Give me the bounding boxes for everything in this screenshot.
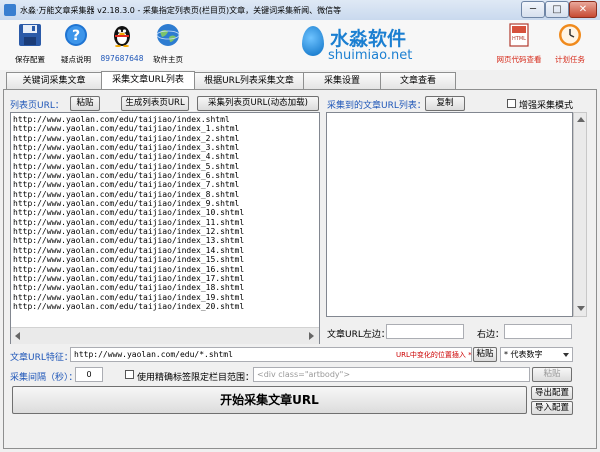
scroll-left-icon[interactable] <box>15 332 20 340</box>
homepage-button[interactable]: 软件主页 <box>146 20 188 68</box>
minimize-button[interactable]: ─ <box>521 1 545 18</box>
help-icon: ? <box>65 24 87 46</box>
precise-tag-label: 使用精确标签限定栏目范围： <box>137 373 255 383</box>
chevron-down-icon[interactable] <box>563 353 569 357</box>
collected-url-textarea[interactable] <box>326 112 573 317</box>
title-bar: 水淼·万能文章采集器 v2.18.3.0 - 采集指定列表页(栏目页)文章，关键… <box>0 0 600 21</box>
url-line: http://www.yaolan.com/edu/taijiao/index_… <box>13 199 240 209</box>
url-line: http://www.yaolan.com/edu/taijiao/index_… <box>13 236 245 246</box>
url-line: http://www.yaolan.com/edu/taijiao/index_… <box>13 171 240 181</box>
svg-text:HTML: HTML <box>512 36 526 42</box>
scroll-up-icon[interactable] <box>577 117 585 122</box>
wildcard-select-value: * 代表数字 <box>504 350 543 359</box>
schedule-label: 计划任务 <box>555 55 585 64</box>
tab-collect-settings[interactable]: 采集设置 <box>303 72 381 89</box>
save-config-button[interactable]: 保存配置 <box>8 20 50 68</box>
url-feature-hint: URL中变化的位置插入 * <box>396 351 472 359</box>
url-line: http://www.yaolan.com/edu/taijiao/index_… <box>13 217 245 227</box>
url-line: http://www.yaolan.com/edu/taijiao/index_… <box>13 208 245 218</box>
homepage-label: 软件主页 <box>153 55 183 64</box>
view-source-button[interactable]: HTML 网页代码查看 <box>497 20 542 68</box>
schedule-button[interactable]: 计划任务 <box>548 20 590 68</box>
html-file-icon: HTML <box>509 23 529 47</box>
url-line: http://www.yaolan.com/edu/taijiao/index_… <box>13 133 240 143</box>
url-line: http://www.yaolan.com/edu/taijiao/index_… <box>13 255 245 265</box>
interval-label: 采集间隔（秒）： <box>10 373 78 383</box>
precise-tag-input[interactable]: <div class="artbody"> <box>253 367 530 382</box>
article-url-left-input[interactable] <box>386 324 464 339</box>
brand-name-cn: 水淼软件 <box>330 28 407 50</box>
scroll-down-icon[interactable] <box>577 306 585 311</box>
url-line: http://www.yaolan.com/edu/taijiao/index_… <box>13 143 240 153</box>
collect-list-url-button[interactable]: 采集列表页URL(动态加载) <box>197 96 319 111</box>
maximize-button[interactable]: □ <box>545 1 569 18</box>
article-url-right-label: 右边： <box>477 330 505 340</box>
collected-url-label: 采集到的文章URL列表： <box>327 101 426 111</box>
svg-text:?: ? <box>72 28 80 44</box>
export-config-button[interactable]: 导出配置 <box>531 386 573 400</box>
url-line: http://www.yaolan.com/edu/taijiao/index_… <box>13 292 245 302</box>
import-config-button[interactable]: 导入配置 <box>531 401 573 415</box>
globe-icon <box>156 24 180 46</box>
article-url-right-input[interactable] <box>504 324 572 339</box>
generate-list-url-button[interactable]: 生成列表页URL <box>121 96 189 111</box>
feature-paste-button[interactable]: 粘贴 <box>473 347 497 362</box>
list-url-textarea[interactable]: http://www.yaolan.com/edu/taijiao/index.… <box>10 112 320 344</box>
url-line: http://www.yaolan.com/edu/taijiao/index_… <box>13 227 245 237</box>
url-line: http://www.yaolan.com/edu/taijiao/index_… <box>13 273 245 283</box>
tab-collect-url-list[interactable]: 采集文章URL列表 <box>101 71 195 90</box>
water-drop-logo-icon <box>302 26 324 56</box>
app-icon <box>4 4 16 16</box>
url-feature-label: 文章URL特征： <box>10 353 73 363</box>
precise-paste-button[interactable]: 粘贴 <box>532 367 572 382</box>
url-line: http://www.yaolan.com/edu/taijiao/index_… <box>13 283 245 293</box>
interval-input[interactable]: 0 <box>75 367 103 382</box>
tab-article-view[interactable]: 文章查看 <box>380 72 456 89</box>
list-url-label: 列表页URL： <box>10 101 64 111</box>
copy-button[interactable]: 复制 <box>425 96 465 111</box>
help-button[interactable]: ? 疑点说明 <box>54 20 96 68</box>
article-url-left-label: 文章URL左边： <box>327 330 390 340</box>
save-icon <box>19 24 41 46</box>
wildcard-select[interactable]: * 代表数字 <box>500 347 573 362</box>
url-list: http://www.yaolan.com/edu/taijiao/index.… <box>13 115 244 311</box>
url-line: http://www.yaolan.com/edu/taijiao/index_… <box>13 124 240 134</box>
tab-bar: 关键词采集文章 采集文章URL列表 根据URL列表采集文章 采集设置 文章查看 <box>0 71 600 90</box>
brand-name-en: shuimiao.net <box>328 48 413 63</box>
scroll-right-icon[interactable] <box>309 332 314 340</box>
close-button[interactable]: ✕ <box>569 1 597 18</box>
url-line: http://www.yaolan.com/edu/taijiao/index.… <box>13 115 230 124</box>
brand-logo: 水淼软件 shuimiao.net <box>298 22 428 66</box>
url-line: http://www.yaolan.com/edu/taijiao/index_… <box>13 245 245 255</box>
url-line: http://www.yaolan.com/edu/taijiao/index_… <box>13 264 245 274</box>
window-title: 水淼·万能文章采集器 v2.18.3.0 - 采集指定列表页(栏目页)文章，关键… <box>20 6 342 15</box>
tab-collect-by-url-list[interactable]: 根据URL列表采集文章 <box>194 72 304 89</box>
clock-icon <box>559 24 581 46</box>
enhanced-mode-label: 增强采集模式 <box>519 101 574 111</box>
enhanced-mode-checkbox[interactable] <box>507 99 516 108</box>
qq-penguin-icon <box>114 26 130 47</box>
url-line: http://www.yaolan.com/edu/taijiao/index_… <box>13 180 240 190</box>
vertical-scrollbar[interactable] <box>573 112 587 317</box>
precise-tag-checkbox[interactable] <box>125 370 134 379</box>
paste-button[interactable]: 粘贴 <box>70 96 100 111</box>
url-line: http://www.yaolan.com/edu/taijiao/index_… <box>13 152 240 162</box>
url-line: http://www.yaolan.com/edu/taijiao/index_… <box>13 161 240 171</box>
start-collect-button[interactable]: 开始采集文章URL <box>12 386 527 414</box>
horizontal-scrollbar[interactable] <box>11 327 319 344</box>
qq-button[interactable]: 897687648 <box>100 20 143 68</box>
toolbar: 保存配置 ? 疑点说明 897687648 软件主页 水淼软件 shuimiao… <box>0 20 600 70</box>
url-line: http://www.yaolan.com/edu/taijiao/index_… <box>13 189 240 199</box>
view-source-label: 网页代码查看 <box>496 55 542 64</box>
url-line: http://www.yaolan.com/edu/taijiao/index_… <box>13 301 245 311</box>
tab-keyword-collect[interactable]: 关键词采集文章 <box>6 72 102 89</box>
